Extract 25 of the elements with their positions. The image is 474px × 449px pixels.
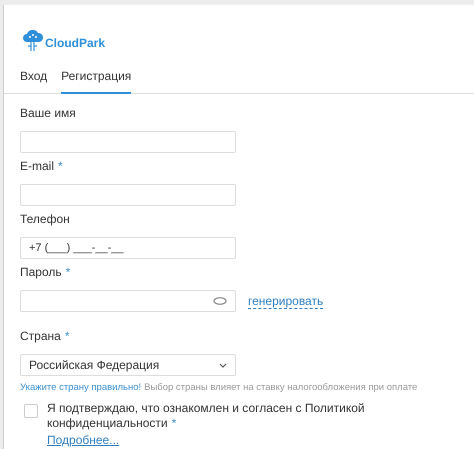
field-label: Страна: [20, 329, 61, 343]
input-field[interactable]: [20, 184, 236, 206]
password-field[interactable]: [20, 290, 236, 312]
hint-emphasis: Укажите страну правильно!: [20, 382, 142, 393]
consent-text: Я подтверждаю, что ознакомлен и согласен с Политикой конфиденциальности *: [47, 401, 366, 431]
country-select[interactable]: Российская Федерация: [20, 354, 236, 376]
input-field[interactable]: +7 (___) ___-__-__: [20, 237, 236, 259]
generate-link[interactable]: генерировать: [248, 294, 324, 308]
tab[interactable]: Вход: [20, 69, 48, 94]
field-label: Ваше имя: [20, 106, 76, 120]
eye-icon[interactable]: [213, 297, 227, 305]
input-field[interactable]: [20, 131, 236, 153]
required-mark: *: [64, 329, 70, 343]
field-label: Телефон: [20, 212, 70, 226]
required-mark: *: [58, 159, 63, 173]
chevron-down-icon: [219, 362, 227, 368]
checkbox[interactable]: [24, 404, 38, 418]
required-mark: *: [66, 265, 70, 279]
field-label: E-mail: [20, 159, 54, 173]
field-label: Пароль: [20, 265, 62, 279]
more-link[interactable]: Подробнее...: [47, 433, 120, 447]
tab[interactable]: Регистрация: [61, 69, 132, 94]
hint-text: Выбор страны влияет на ставку налогообложения при оплате: [144, 382, 418, 393]
cloud-logo-icon: [22, 28, 44, 52]
logo-text: CloudPark: [45, 36, 106, 50]
